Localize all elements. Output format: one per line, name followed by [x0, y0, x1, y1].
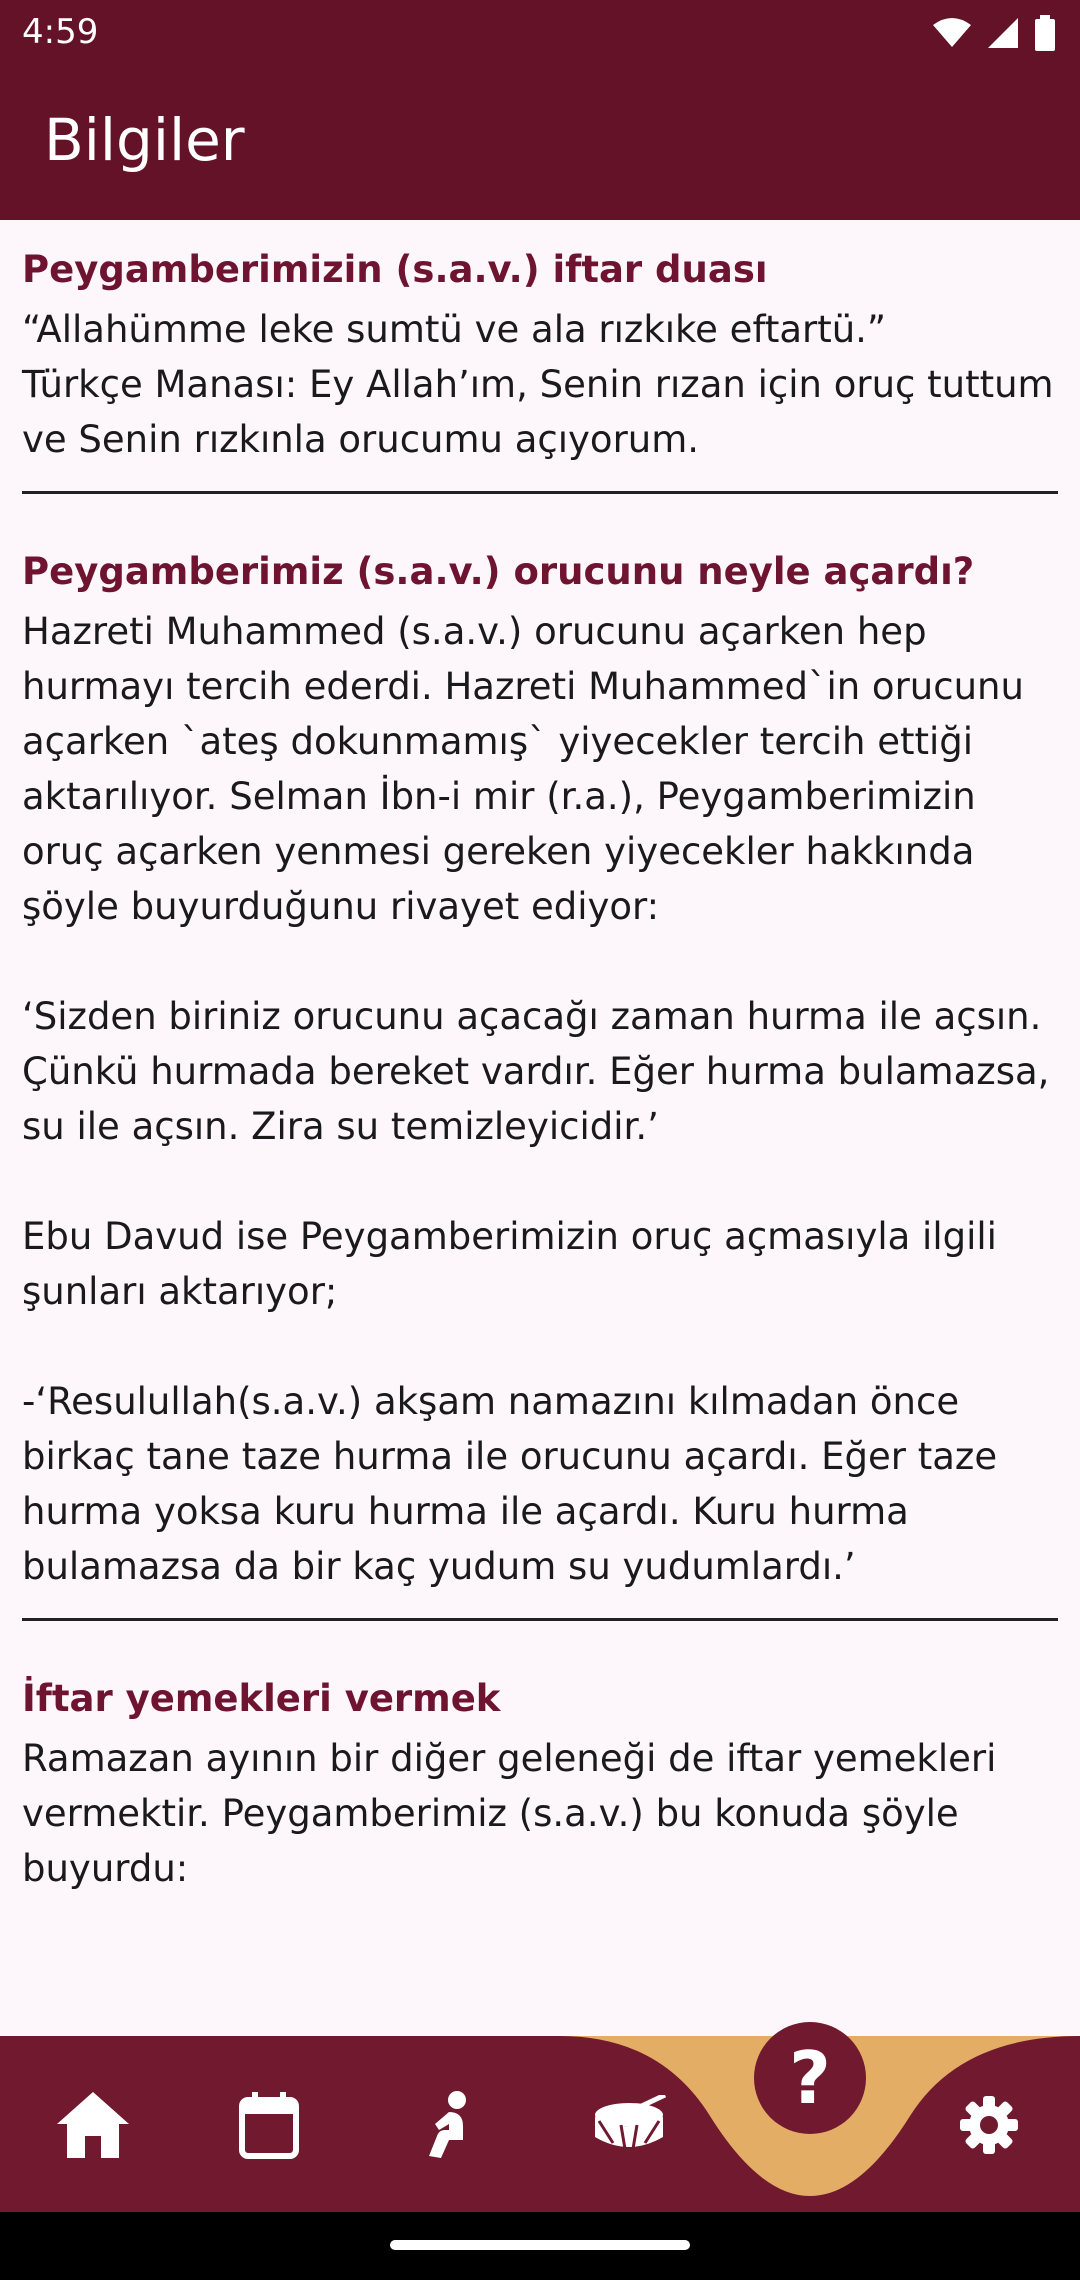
nav-home-button[interactable] [48, 2080, 138, 2170]
home-gesture-pill[interactable] [390, 2240, 690, 2250]
app-bar: Bilgiler [0, 66, 1080, 220]
nav-calendar-button[interactable] [224, 2080, 314, 2170]
signal-icon [988, 18, 1018, 48]
status-time: 4:59 [22, 12, 99, 52]
nav-prayer-button[interactable] [404, 2080, 494, 2170]
nav-help-button[interactable]: ? [754, 2022, 866, 2134]
info-section: Peygamberimiz (s.a.v.) orucunu neyle aça… [0, 522, 1080, 1594]
section-body: Ramazan ayının bir diğer geleneği de ift… [22, 1737, 997, 1890]
prayer-icon [429, 2091, 466, 2158]
divider [22, 491, 1058, 494]
calendar-icon [239, 2092, 299, 2159]
section-body: “Allahümme leke sumtü ve ala rızkıke eft… [22, 308, 1054, 461]
wifi-icon [933, 18, 971, 47]
section-title: Peygamberimizin (s.a.v.) iftar duası [22, 248, 768, 291]
page-title: Bilgiler [44, 106, 245, 174]
info-content[interactable]: Peygamberimizin (s.a.v.) iftar duası “Al… [0, 220, 1080, 2036]
nav-settings-button[interactable] [944, 2080, 1034, 2170]
bottom-navigation: ? [0, 2022, 1080, 2212]
status-icons [932, 14, 1056, 52]
section-title: Peygamberimiz (s.a.v.) orucunu neyle aça… [22, 550, 975, 593]
battery-icon [1035, 15, 1055, 51]
nav-drum-button[interactable] [584, 2080, 674, 2170]
help-icon: ? [789, 2036, 831, 2120]
section-title: İftar yemekleri vermek [22, 1677, 501, 1720]
info-section: İftar yemekleri vermek Ramazan ayının bi… [0, 1649, 1080, 1896]
settings-icon [960, 2096, 1018, 2154]
home-icon [57, 2092, 129, 2158]
divider [22, 1618, 1058, 1621]
drum-icon [595, 2095, 667, 2150]
section-body: Hazreti Muhammed (s.a.v.) orucunu açarke… [22, 610, 1050, 1588]
status-bar: 4:59 [0, 0, 1080, 66]
info-section: Peygamberimizin (s.a.v.) iftar duası “Al… [0, 220, 1080, 467]
system-navigation-bar [0, 2212, 1080, 2280]
